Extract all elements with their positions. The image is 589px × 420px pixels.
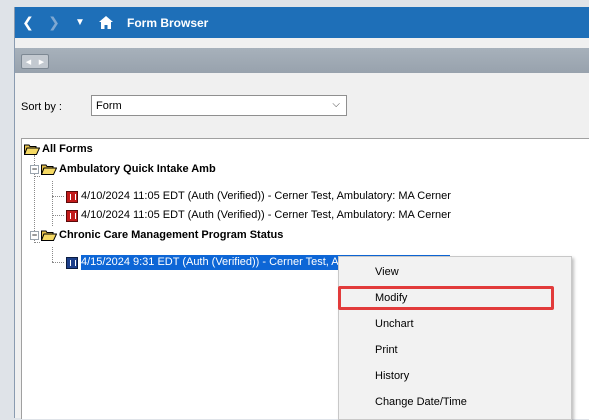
scroll-arrows[interactable]: ◀ ▶ [21,54,49,69]
menu-item-view[interactable]: View [339,259,571,285]
menu-item-change-date-time[interactable]: Change Date/Time [339,389,571,415]
tree-group-label: Chronic Care Management Program Status [59,229,284,241]
arrow-right-icon[interactable]: ▶ [39,58,44,66]
tree-item-label: 4/10/2024 11:05 EDT (Auth (Verified)) - … [81,190,451,202]
form-document-icon [66,209,78,222]
history-dropdown-button[interactable]: ▼ [67,7,93,38]
form-document-icon [66,256,78,269]
forward-button[interactable]: ❯ [41,7,67,38]
tree-connector [52,247,53,262]
tree-connector [52,215,64,216]
form-document-icon [66,190,78,203]
open-folder-icon [41,164,57,175]
collapse-icon[interactable]: − [30,231,39,240]
collapse-icon[interactable]: − [30,165,39,174]
tree-item-label: 4/10/2024 11:05 EDT (Auth (Verified)) - … [81,209,451,221]
tree-connector [52,181,53,226]
chevron-left-icon: ❮ [22,14,34,30]
tree-group-label: Ambulatory Quick Intake Amb [59,163,216,175]
titlebar: ❮ ❯ ▼ Form Browser [15,7,589,38]
home-button[interactable] [93,7,119,38]
menu-item-print[interactable]: Print [339,337,571,363]
annotation-highlight [338,286,554,310]
window-title: Form Browser [127,15,209,30]
caret-down-icon: ▼ [75,17,85,28]
tree-group[interactable]: − Chronic Care Management Program Status [30,228,283,243]
tree-group[interactable]: − Ambulatory Quick Intake Amb [30,162,216,177]
chevron-right-icon: ❯ [48,14,60,30]
navigation-bar: ◀ ▶ [15,48,589,73]
chevron-down-icon: ⌵ [332,99,340,110]
tree-item[interactable]: 4/10/2024 11:05 EDT (Auth (Verified)) - … [66,208,451,223]
open-folder-icon [24,144,40,155]
tree-connector [52,196,64,197]
tree-item[interactable]: 4/10/2024 11:05 EDT (Auth (Verified)) - … [66,189,451,204]
back-button[interactable]: ❮ [15,7,41,38]
home-icon [99,16,113,29]
sort-bar: Sort by : Form ⌵ [15,73,589,125]
open-folder-icon [41,230,57,241]
menu-item-unchart[interactable]: Unchart [339,311,571,337]
menu-item-history[interactable]: History [339,363,571,389]
sort-label: Sort by : [21,101,62,113]
tree-root[interactable]: All Forms [24,142,93,157]
arrow-left-icon[interactable]: ◀ [26,58,31,66]
tree-root-label: All Forms [42,143,93,155]
sort-value: Form [96,100,122,112]
sort-select[interactable]: Form ⌵ [91,95,347,116]
tree-connector [52,262,64,263]
context-menu: View Modify Unchart Print History Change… [338,256,572,420]
